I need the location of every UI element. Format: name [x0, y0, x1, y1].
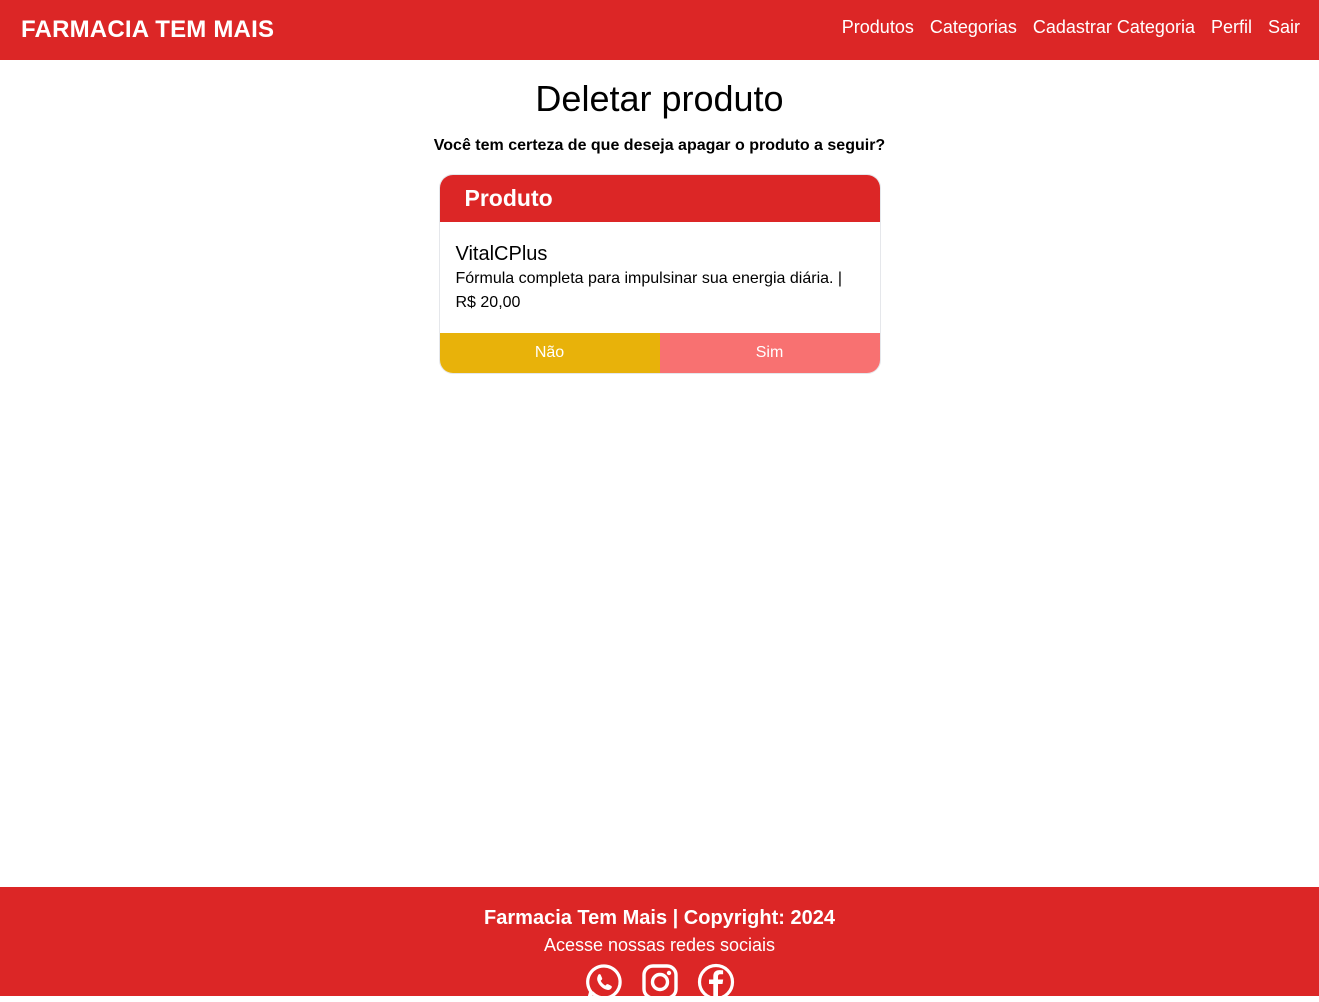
- card-body: VitalCPlus Fórmula completa para impulsi…: [440, 222, 880, 333]
- product-name: VitalCPlus: [455, 243, 548, 265]
- main-content: Deletar produto Você tem certeza de que …: [0, 60, 1319, 374]
- brand-logo[interactable]: FARMACIA TEM MAIS: [21, 16, 274, 44]
- card-header-title: Produto: [464, 185, 553, 211]
- instagram-icon[interactable]: [640, 962, 680, 1002]
- footer-copyright: Farmacia Tem Mais | Copyright: 2024: [484, 907, 835, 929]
- page-title: Deletar produto: [535, 78, 784, 119]
- facebook-icon[interactable]: [696, 962, 736, 1002]
- nav-link-cadastrar-categoria[interactable]: Cadastrar Categoria: [1033, 17, 1195, 38]
- confirm-delete-button[interactable]: Sim: [659, 333, 880, 373]
- footer: Farmacia Tem Mais | Copyright: 2024 Aces…: [0, 887, 1319, 1001]
- footer-social-text: Acesse nossas redes sociais: [543, 935, 776, 955]
- product-card: Produto VitalCPlus Fórmula completa para…: [438, 174, 881, 374]
- nav-links: Produtos Categorias Cadastrar Categoria …: [842, 17, 1300, 38]
- nav-link-perfil[interactable]: Perfil: [1211, 17, 1252, 38]
- whatsapp-icon[interactable]: [584, 962, 624, 1002]
- social-icons: [584, 962, 736, 1002]
- cancel-button[interactable]: Não: [439, 333, 660, 373]
- nav-link-categorias[interactable]: Categorias: [930, 17, 1017, 38]
- nav-link-produtos[interactable]: Produtos: [842, 17, 914, 38]
- card-header: Produto: [439, 175, 880, 222]
- card-actions: Não Sim: [439, 333, 880, 373]
- nav-link-sair[interactable]: Sair: [1268, 17, 1300, 38]
- navbar: FARMACIA TEM MAIS Produtos Categorias Ca…: [0, 0, 1319, 60]
- confirm-message: Você tem certeza de que deseja apagar o …: [433, 137, 886, 154]
- product-description: Fórmula completa para impulsinar sua ene…: [455, 270, 843, 311]
